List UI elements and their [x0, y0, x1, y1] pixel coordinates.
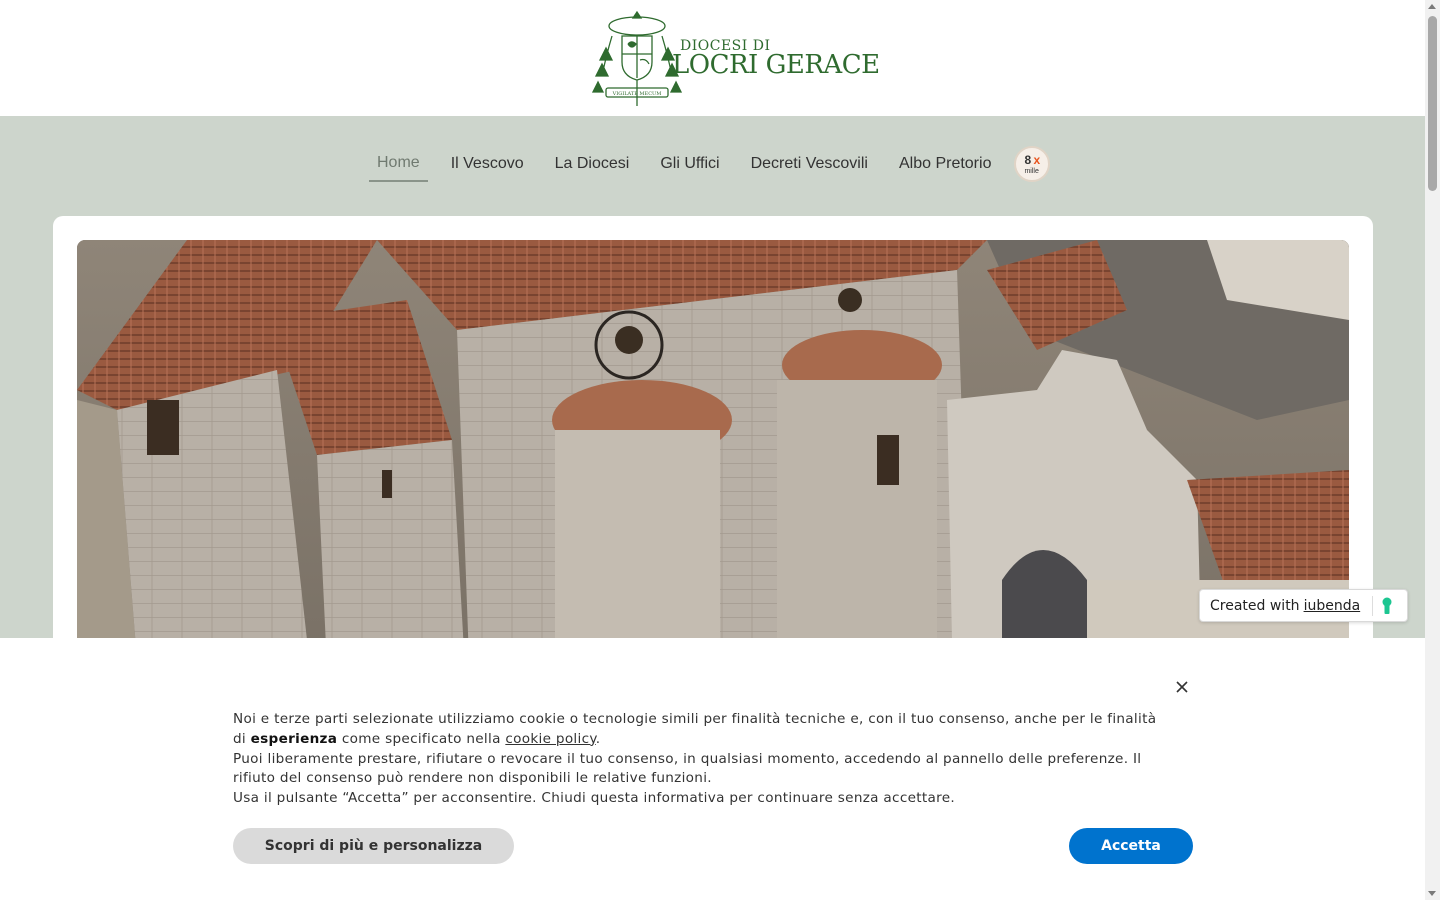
- scroll-up-arrow-icon[interactable]: [1428, 4, 1436, 9]
- nav-item-il-vescovo[interactable]: Il Vescovo: [443, 155, 532, 181]
- badge-separator: [1372, 595, 1374, 616]
- close-icon: [1176, 681, 1188, 693]
- cookie-close-button[interactable]: [1172, 677, 1192, 697]
- iubenda-link[interactable]: iubenda: [1304, 598, 1361, 614]
- badge-mille: mille: [1024, 168, 1039, 175]
- nav-item-albo-pretorio[interactable]: Albo Pretorio: [891, 155, 1000, 181]
- scroll-down-arrow-icon[interactable]: [1428, 891, 1436, 896]
- nav-item-gli-uffici[interactable]: Gli Uffici: [652, 155, 727, 181]
- cookie-text-line1-end: .: [595, 730, 601, 747]
- badge-x: x: [1033, 153, 1041, 167]
- cookie-text-line2: Puoi liberamente prestare, rifiutare o r…: [233, 750, 1142, 787]
- coat-of-arms-icon: VIGILATE MECUM: [591, 10, 683, 106]
- nav-item-la-diocesi[interactable]: La Diocesi: [547, 155, 638, 181]
- vertical-scrollbar[interactable]: [1425, 0, 1440, 900]
- logo-text-locri-gerace: LOCRI GERACE: [672, 50, 880, 80]
- nav-item-home[interactable]: Home: [369, 154, 428, 182]
- learn-more-customize-button[interactable]: Scopri di più e personalizza: [233, 828, 514, 864]
- iubenda-keyhole-icon: [1382, 597, 1392, 614]
- nav-item-decreti-vescovili[interactable]: Decreti Vescovili: [743, 155, 876, 181]
- accept-button[interactable]: Accetta: [1069, 828, 1193, 864]
- page: VIGILATE MECUM DIOCESI DI LOCRI GERACE H…: [0, 0, 1425, 900]
- cookie-text-bold: esperienza: [250, 730, 338, 747]
- iubenda-badge[interactable]: Created with iubenda: [1199, 589, 1408, 622]
- cookie-text-line3: Usa il pulsante “Accetta” per acconsenti…: [233, 790, 956, 807]
- main-navigation: Home Il Vescovo La Diocesi Gli Uffici De…: [0, 116, 1425, 216]
- nav-menu: Home Il Vescovo La Diocesi Gli Uffici De…: [369, 146, 1051, 182]
- cookie-policy-link[interactable]: cookie policy: [505, 731, 595, 747]
- site-header: VIGILATE MECUM DIOCESI DI LOCRI GERACE: [0, 0, 1425, 116]
- cookie-text-line1b: come specificato nella: [337, 730, 506, 747]
- scroll-thumb[interactable]: [1428, 16, 1437, 191]
- diocese-logo[interactable]: VIGILATE MECUM DIOCESI DI LOCRI GERACE: [591, 8, 880, 108]
- iubenda-badge-prefix: Created with: [1210, 597, 1300, 614]
- 8x-mille-logo[interactable]: 8 x mille: [1014, 146, 1051, 182]
- logo-motto: VIGILATE MECUM: [612, 91, 662, 97]
- cookie-message: Noi e terze parti selezionate utilizziam…: [233, 710, 1173, 809]
- badge-number: 8: [1024, 153, 1032, 167]
- cookie-banner: Noi e terze parti selezionate utilizziam…: [0, 638, 1425, 900]
